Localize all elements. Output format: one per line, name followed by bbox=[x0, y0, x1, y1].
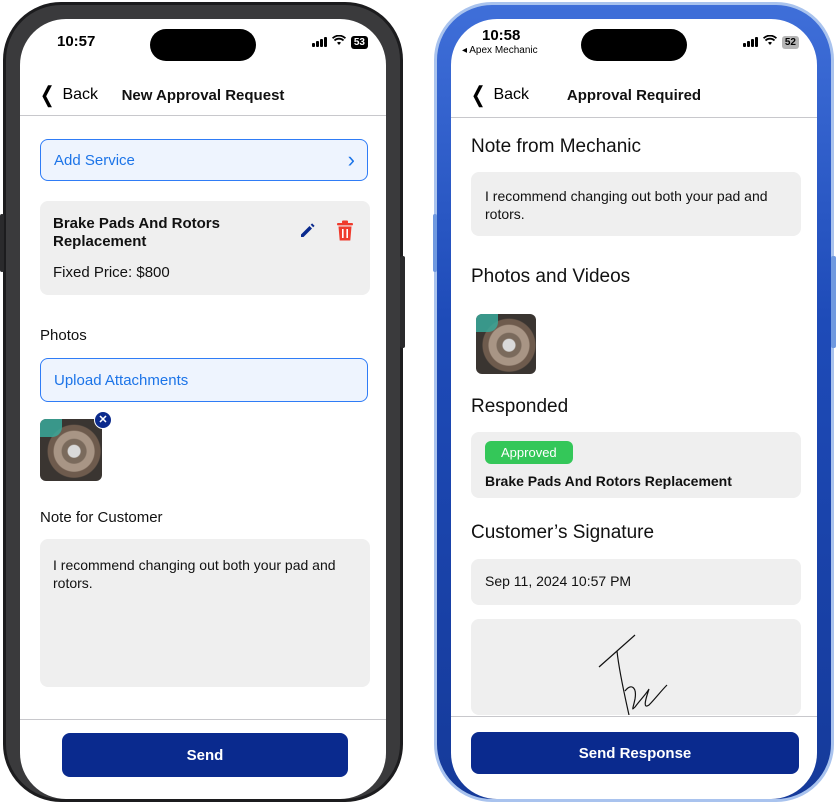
nav-divider bbox=[451, 117, 817, 118]
note-textarea[interactable]: I recommend changing out both your pad a… bbox=[40, 539, 370, 687]
page-title: Approval Required bbox=[566, 86, 702, 104]
note-heading: Note from Mechanic bbox=[471, 136, 642, 157]
add-service-button[interactable]: Add Service › bbox=[40, 139, 368, 181]
nav-bar: ❮ Back New Approval Request bbox=[20, 75, 386, 115]
trash-icon[interactable] bbox=[335, 220, 355, 247]
signature-heading: Customer’s Signature bbox=[471, 522, 655, 543]
add-service-label: Add Service bbox=[54, 151, 135, 169]
nav-divider bbox=[20, 115, 386, 116]
dynamic-island bbox=[150, 29, 256, 61]
mechanic-note-text: I recommend changing out both your pad a… bbox=[485, 188, 768, 222]
wifi-icon bbox=[762, 34, 777, 49]
back-to-app-link[interactable]: ◂ Apex Mechanic bbox=[462, 45, 538, 56]
right-phone-frame: 10:58 ◂ Apex Mechanic 52 ❮ Back Approval… bbox=[434, 2, 834, 802]
responded-heading: Responded bbox=[471, 396, 569, 417]
upload-label: Upload Attachments bbox=[54, 371, 189, 389]
photos-label: Photos bbox=[40, 327, 87, 344]
service-name: Brake Pads And Rotors Replacement bbox=[53, 215, 220, 250]
footer-divider bbox=[451, 716, 817, 717]
battery-icon: 53 bbox=[350, 35, 368, 49]
battery-icon: 52 bbox=[781, 35, 799, 49]
note-label: Note for Customer bbox=[40, 509, 163, 526]
send-button[interactable]: Send bbox=[62, 733, 348, 777]
status-time: 10:58 bbox=[482, 27, 521, 44]
left-phone-frame: 10:57 53 ❮ Back New Approval Request Add… bbox=[3, 2, 403, 802]
left-screen: 10:57 53 ❮ Back New Approval Request Add… bbox=[20, 19, 386, 799]
status-time: 10:57 bbox=[57, 33, 96, 50]
footer-divider bbox=[20, 719, 386, 720]
media-thumbnail[interactable] bbox=[476, 314, 536, 374]
wifi-icon bbox=[331, 34, 346, 49]
volume-button bbox=[433, 214, 437, 272]
volume-button bbox=[0, 214, 4, 272]
response-card: Approved Brake Pads And Rotors Replaceme… bbox=[471, 432, 801, 498]
note-text: I recommend changing out both your pad a… bbox=[53, 557, 336, 591]
attachment-thumbnail[interactable] bbox=[40, 419, 102, 481]
right-screen: 10:58 ◂ Apex Mechanic 52 ❮ Back Approval… bbox=[451, 19, 817, 799]
dynamic-island bbox=[581, 29, 687, 61]
signal-icon bbox=[311, 37, 327, 47]
response-service-name: Brake Pads And Rotors Replacement bbox=[485, 473, 732, 489]
close-icon[interactable]: ✕ bbox=[94, 411, 112, 429]
photos-heading: Photos and Videos bbox=[471, 266, 631, 287]
status-badge: Approved bbox=[485, 441, 573, 464]
power-button bbox=[400, 256, 405, 348]
send-label: Send bbox=[186, 746, 224, 764]
chevron-right-icon: › bbox=[347, 147, 355, 172]
signature-date-card: Sep 11, 2024 10:57 PM bbox=[471, 559, 801, 605]
signature-pad bbox=[471, 619, 801, 715]
status-icons: 53 bbox=[311, 34, 368, 49]
signature-date: Sep 11, 2024 10:57 PM bbox=[485, 573, 632, 589]
service-price: Fixed Price: $800 bbox=[53, 264, 170, 281]
nav-bar: ❮ Back Approval Required bbox=[451, 75, 817, 115]
status-icons: 52 bbox=[742, 34, 799, 49]
page-title: New Approval Request bbox=[121, 86, 285, 104]
service-card: Brake Pads And Rotors Replacement Fixed … bbox=[40, 201, 370, 295]
upload-attachments-button[interactable]: Upload Attachments bbox=[40, 358, 368, 402]
pencil-icon[interactable] bbox=[299, 221, 317, 244]
signal-icon bbox=[742, 37, 758, 47]
signature-drawing bbox=[598, 634, 668, 715]
send-response-label: Send Response bbox=[578, 744, 692, 762]
power-button bbox=[831, 256, 836, 348]
mechanic-note-card: I recommend changing out both your pad a… bbox=[471, 172, 801, 236]
